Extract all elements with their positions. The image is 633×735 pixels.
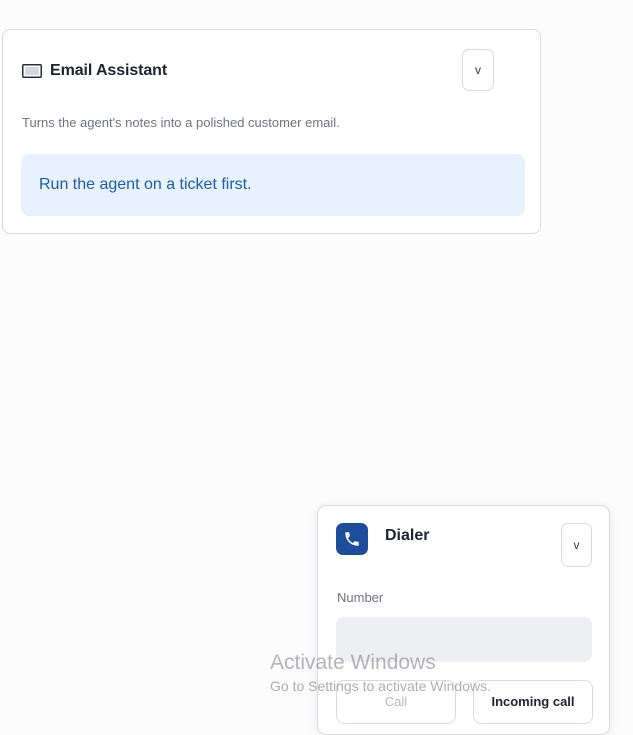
dialer-collapse-button[interactable]: v (561, 523, 592, 567)
chevron-down-icon: v (475, 63, 481, 77)
email-assistant-collapse-button[interactable]: v (462, 49, 494, 91)
email-assistant-title: Email Assistant (50, 62, 168, 79)
info-message-box: Run the agent on a ticket first. (21, 154, 525, 216)
dialer-title: Dialer (385, 527, 430, 544)
call-button[interactable]: Call (336, 680, 456, 724)
incoming-call-button-label: Incoming call (491, 694, 575, 709)
info-message-text: Run the agent on a ticket first. (39, 176, 252, 193)
dialer-card: Dialer v Number Call Incoming call (317, 505, 610, 735)
number-label: Number (337, 590, 384, 605)
chevron-down-icon: v (573, 538, 580, 552)
number-input[interactable] (336, 617, 592, 662)
call-button-label: Call (384, 694, 408, 709)
email-assistant-description: Turns the agent's notes into a polished … (22, 115, 340, 130)
envelope-icon (22, 64, 42, 78)
incoming-call-button[interactable]: Incoming call (473, 680, 593, 724)
email-assistant-card: Email Assistant v Turns the agent's note… (2, 29, 541, 234)
email-assistant-header: Email Assistant (22, 62, 167, 80)
phone-icon (336, 523, 368, 555)
